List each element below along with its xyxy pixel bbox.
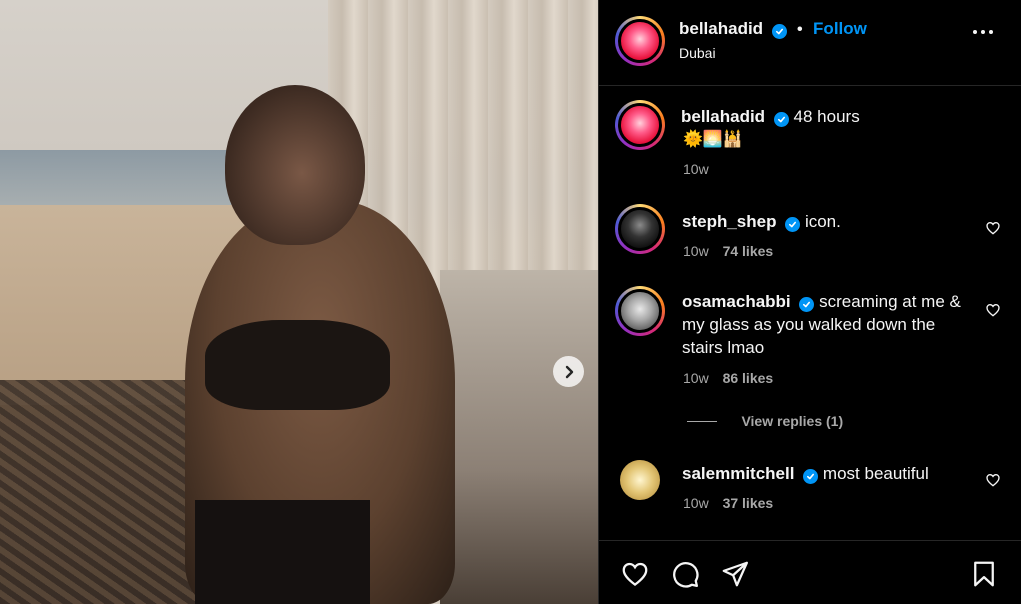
post-image[interactable] <box>0 0 598 604</box>
chevron-right-icon <box>565 365 573 378</box>
heart-icon[interactable] <box>620 559 650 589</box>
heart-icon[interactable] <box>985 220 1001 236</box>
comment-icon[interactable] <box>670 559 700 589</box>
caption-timestamp[interactable]: 10w <box>683 161 709 177</box>
comment-timestamp[interactable]: 10w <box>683 495 709 511</box>
comment-text: most beautiful <box>822 464 929 483</box>
commenter-username[interactable]: osamachabbi <box>682 292 791 311</box>
commenter-username[interactable]: steph_shep <box>682 212 776 231</box>
comment-text: icon. <box>804 212 841 231</box>
verified-badge-icon <box>803 469 819 484</box>
comment-text-line: stairs lmao <box>682 338 765 357</box>
commenter-avatar[interactable] <box>615 204 665 254</box>
author-avatar-image <box>618 19 662 63</box>
verified-badge-icon <box>773 112 789 127</box>
comment-body: osamachabbi screaming at me & my glass a… <box>682 290 982 359</box>
commenter-avatar-image <box>618 289 662 333</box>
commenter-avatar[interactable] <box>615 286 665 336</box>
post-action-bar <box>599 540 1021 604</box>
photo-figure-head <box>225 85 365 245</box>
photo-figure-top <box>205 320 390 410</box>
comment-likes[interactable]: 86 likes <box>723 370 774 386</box>
separator-dot: • <box>796 21 803 38</box>
heart-icon[interactable] <box>985 302 1001 318</box>
photo-figure-bottoms <box>195 500 370 604</box>
post-caption: bellahadid 48 hours 🌞🌅🕌 10w <box>599 100 1021 190</box>
photo-chair-cushion <box>440 270 598 604</box>
next-image-button[interactable] <box>553 356 584 387</box>
comment-timestamp[interactable]: 10w <box>683 370 709 386</box>
follow-button[interactable]: Follow <box>813 19 867 38</box>
bookmark-icon[interactable] <box>969 559 999 589</box>
comment-timestamp[interactable]: 10w <box>683 243 709 259</box>
comment-text-line: my glass as you walked down the <box>682 315 936 334</box>
caption-text: 48 hours <box>793 107 860 126</box>
replies-divider <box>687 421 717 423</box>
heart-icon[interactable] <box>985 472 1001 488</box>
comment-item: steph_shep icon. 10w 74 likes <box>599 204 1021 274</box>
comment-text: screaming at me & <box>819 292 961 311</box>
caption-avatar[interactable] <box>615 100 665 150</box>
send-icon[interactable] <box>720 559 750 589</box>
more-options-icon[interactable] <box>973 30 993 34</box>
view-replies-button[interactable]: View replies (1) <box>741 413 843 429</box>
post-header: bellahadid • Follow Dubai <box>599 0 1021 86</box>
verified-badge-icon <box>799 297 815 312</box>
comment-item: osamachabbi screaming at me & my glass a… <box>599 286 1021 396</box>
caption-avatar-image <box>618 103 662 147</box>
caption-emojis: 🌞🌅🕌 <box>683 131 743 148</box>
comment-likes[interactable]: 37 likes <box>723 495 774 511</box>
author-username[interactable]: bellahadid <box>679 19 763 38</box>
commenter-avatar-image <box>620 460 660 500</box>
comment-item: salemmitchell most beautiful 10w 37 like… <box>599 456 1021 526</box>
commenter-avatar-image <box>618 207 662 251</box>
verified-badge-icon <box>785 217 801 232</box>
post-sidebar: bellahadid • Follow Dubai bellahadid 48 … <box>598 0 1021 604</box>
commenter-username[interactable]: salemmitchell <box>682 464 794 483</box>
commenter-avatar[interactable] <box>620 460 660 500</box>
comment-likes[interactable]: 74 likes <box>723 243 774 259</box>
verified-badge-icon <box>771 24 787 39</box>
view-replies-row: View replies (1) <box>599 413 1021 433</box>
author-avatar[interactable] <box>615 16 665 66</box>
caption-username[interactable]: bellahadid <box>681 107 765 126</box>
post-location[interactable]: Dubai <box>679 45 716 61</box>
